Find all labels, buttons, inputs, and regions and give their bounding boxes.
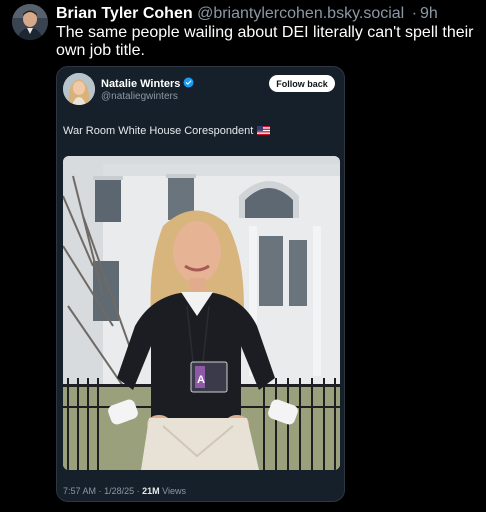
quoted-post-time[interactable]: 7:57 AM — [63, 486, 96, 496]
quoted-post-date[interactable]: 1/28/25 — [104, 486, 134, 496]
views-count: 21M — [142, 486, 160, 496]
quoted-author-name-text: Natalie Winters — [101, 78, 181, 90]
verified-badge-icon — [183, 77, 194, 88]
follow-back-button[interactable]: Follow back — [269, 75, 335, 92]
post: Brian Tyler Cohen @briantylercohen.bsky.… — [0, 0, 486, 512]
quoted-author-name[interactable]: Natalie Winters — [101, 77, 194, 90]
quoted-post-text-content: War Room White House Corespondent — [63, 125, 254, 137]
quoted-post-text: War Room White House Corespondent — [63, 125, 271, 137]
post-time[interactable]: 9h — [420, 5, 438, 22]
quoted-author-handle[interactable]: @nataliegwinters — [101, 91, 178, 102]
author-line: Brian Tyler Cohen @briantylercohen.bsky.… — [56, 4, 481, 23]
time-separator: · — [411, 5, 418, 22]
quoted-author-avatar[interactable] — [63, 73, 95, 105]
post-text: The same people wailing about DEI litera… — [56, 24, 474, 59]
quoted-post[interactable]: Natalie Winters @nataliegwinters Follow … — [56, 66, 345, 502]
meta-separator: · — [98, 486, 102, 496]
quoted-post-meta: 7:57 AM · 1/28/25 · 21M Views — [63, 486, 186, 496]
author-handle[interactable]: @briantylercohen.bsky.social — [197, 5, 404, 22]
author-name[interactable]: Brian Tyler Cohen — [56, 5, 193, 22]
badge-letter: A — [197, 374, 205, 386]
views-label: Views — [162, 486, 187, 496]
post-header: Brian Tyler Cohen @briantylercohen.bsky.… — [56, 4, 481, 60]
author-avatar[interactable] — [12, 4, 48, 40]
meta-separator: · — [136, 486, 140, 496]
post-photo[interactable]: A — [63, 156, 340, 470]
us-flag-icon — [257, 126, 271, 135]
